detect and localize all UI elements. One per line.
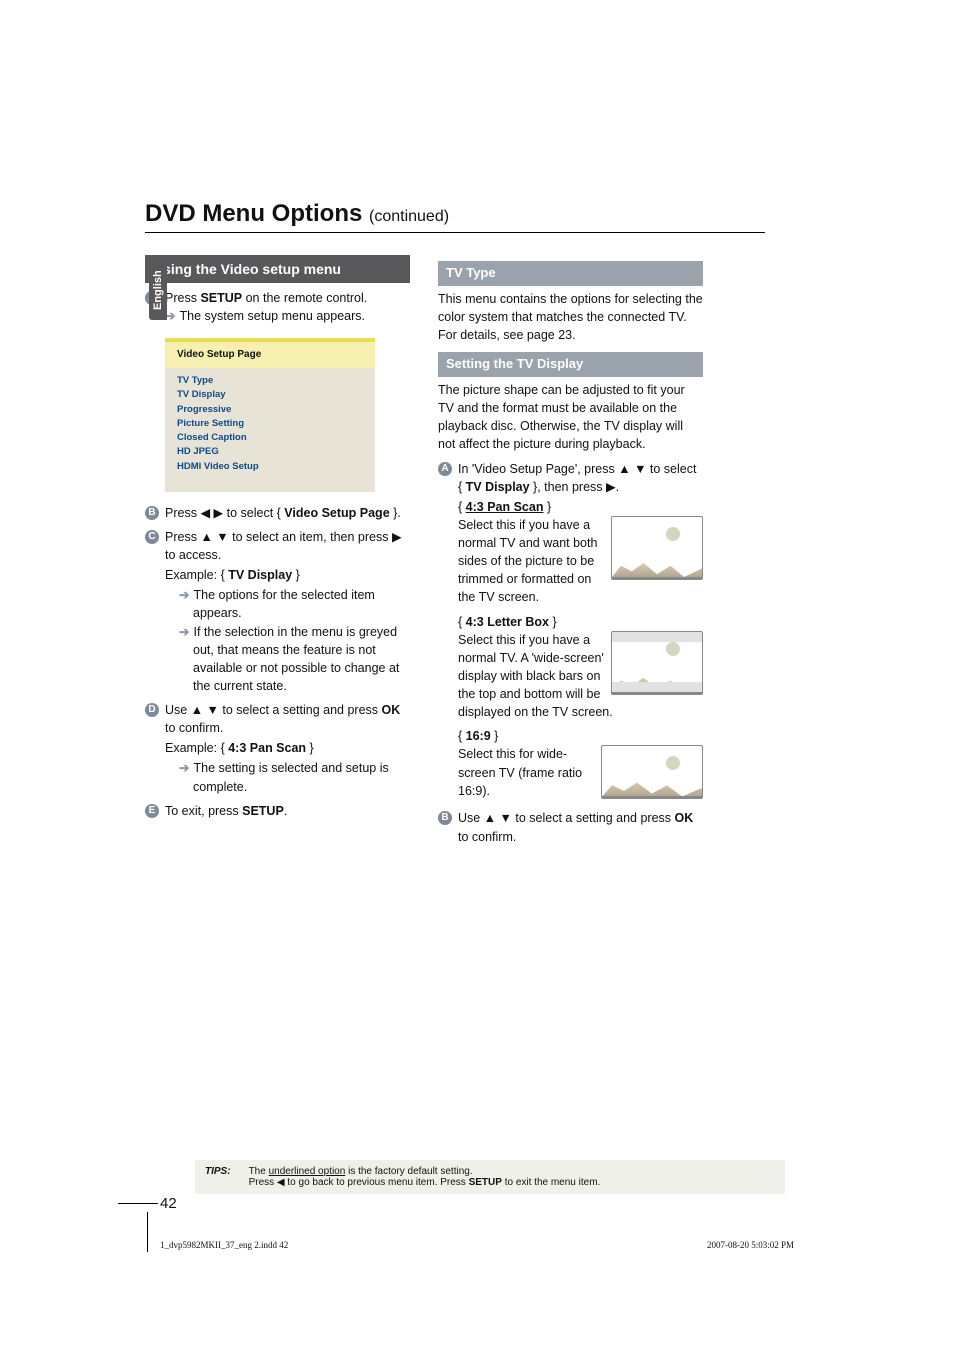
t: to confirm.: [165, 721, 223, 735]
result-arrow-icon: ➔: [179, 625, 189, 639]
tv-169-illustration: [601, 745, 703, 799]
t: .: [616, 480, 619, 494]
t: to select an item, then press: [229, 530, 392, 544]
right-step-1-icon: A: [438, 462, 452, 476]
right-icon: ▶: [392, 530, 402, 544]
step1-text: Press: [165, 291, 200, 305]
t: to select {: [223, 506, 284, 520]
right-icon: ▶: [606, 480, 616, 494]
setup-label: SETUP: [469, 1177, 502, 1188]
up-down-icon: ▲ ▼: [200, 530, 228, 544]
osd-item: Progressive: [177, 403, 363, 417]
step1-setup: SETUP: [200, 291, 242, 305]
result-arrow-icon: ➔: [179, 761, 189, 775]
up-down-icon: ▲ ▼: [484, 811, 512, 825]
step-3-icon: C: [145, 530, 159, 544]
t: In 'Video Setup Page', press: [458, 462, 618, 476]
option-letterbox-title: 4:3 Letter Box: [466, 615, 549, 629]
ok-label: OK: [675, 811, 694, 825]
t: Use: [165, 703, 191, 717]
tips-box: TIPS: The underlined option is the facto…: [195, 1160, 785, 1194]
osd-menu-video-setup: Video Setup Page TV Type TV Display Prog…: [165, 338, 375, 492]
up-down-icon: ▲ ▼: [618, 462, 646, 476]
t: The: [249, 1166, 269, 1177]
t: Press: [249, 1177, 277, 1188]
t: }.: [390, 506, 401, 520]
crop-mark-icon: [147, 1212, 148, 1252]
language-tab: English: [149, 260, 167, 320]
osd-title: Video Setup Page: [165, 338, 375, 369]
t: Press: [165, 530, 200, 544]
setup-label: SETUP: [242, 804, 284, 818]
t: }, then press: [530, 480, 606, 494]
t: .: [284, 804, 287, 818]
section-using-video-setup: Using the Video setup menu: [145, 255, 410, 283]
t: }: [292, 568, 300, 582]
t: Use: [458, 811, 484, 825]
t: to select a setting and press: [512, 811, 675, 825]
tv-display-label: TV Display: [466, 480, 530, 494]
title-main: DVD Menu Options: [145, 200, 369, 227]
step-2-icon: B: [145, 506, 159, 520]
footer-filename: 1_dvp5982MKII_37_eng 2.indd 42: [160, 1240, 288, 1250]
osd-item: Picture Setting: [177, 417, 363, 431]
setting-tv-display-body: The picture shape can be adjusted to fit…: [438, 381, 703, 454]
t: to go back to previous menu item. Press: [285, 1177, 469, 1188]
page-title: DVD Menu Options (continued): [145, 200, 765, 233]
osd-item: HD JPEG: [177, 445, 363, 459]
left-icon: ◀: [277, 1177, 285, 1188]
left-right-icon: ◀ ▶: [200, 506, 223, 520]
ex-panscan: 4:3 Pan Scan: [228, 741, 306, 755]
footer-timestamp: 2007-08-20 5:03:02 PM: [707, 1240, 794, 1250]
up-down-icon: ▲ ▼: [191, 703, 219, 717]
step1-post: on the remote control.: [242, 291, 367, 305]
t: }: [306, 741, 314, 755]
video-setup-page-label: Video Setup Page: [284, 506, 389, 520]
t: To exit, press: [165, 804, 242, 818]
title-continued: (continued): [369, 208, 449, 225]
t: to exit the menu item.: [502, 1177, 600, 1188]
tv-panscan-illustration: [611, 516, 703, 580]
osd-item: Closed Caption: [177, 431, 363, 445]
t: Example: {: [165, 568, 228, 582]
step-4-icon: D: [145, 703, 159, 717]
step4-result: The setting is selected and setup is com…: [193, 761, 389, 793]
option-169-title: 16:9: [466, 729, 491, 743]
step3-result1: The options for the selected item appear…: [193, 588, 375, 620]
right-step-2-icon: B: [438, 811, 452, 825]
t: to access.: [165, 548, 221, 562]
crop-mark-icon: [118, 1203, 158, 1204]
result-arrow-icon: ➔: [179, 588, 189, 602]
t: Example: {: [165, 741, 228, 755]
tips-underlined: underlined option: [269, 1166, 346, 1177]
osd-item: TV Type: [177, 374, 363, 388]
step-5-icon: E: [145, 804, 159, 818]
ok-label: OK: [382, 703, 401, 717]
t: is the factory default setting.: [345, 1166, 472, 1177]
tv-type-body: This menu contains the options for selec…: [438, 290, 703, 344]
step3-result2: If the selection in the menu is greyed o…: [193, 625, 399, 693]
subsection-tv-type: TV Type: [438, 261, 703, 286]
t: to select a setting and press: [219, 703, 382, 717]
page-number: 42: [160, 1195, 177, 1212]
step1-result: The system setup menu appears.: [179, 309, 365, 323]
tv-letterbox-illustration: [611, 631, 703, 695]
option-panscan-title: 4:3 Pan Scan: [466, 500, 544, 514]
t: Press: [165, 506, 200, 520]
t: to confirm.: [458, 830, 516, 844]
osd-item: TV Display: [177, 388, 363, 402]
osd-item: HDMI Video Setup: [177, 460, 363, 474]
subsection-setting-tv-display: Setting the TV Display: [438, 352, 703, 377]
ex-tv-display: TV Display: [228, 568, 292, 582]
tips-label: TIPS:: [205, 1166, 231, 1188]
